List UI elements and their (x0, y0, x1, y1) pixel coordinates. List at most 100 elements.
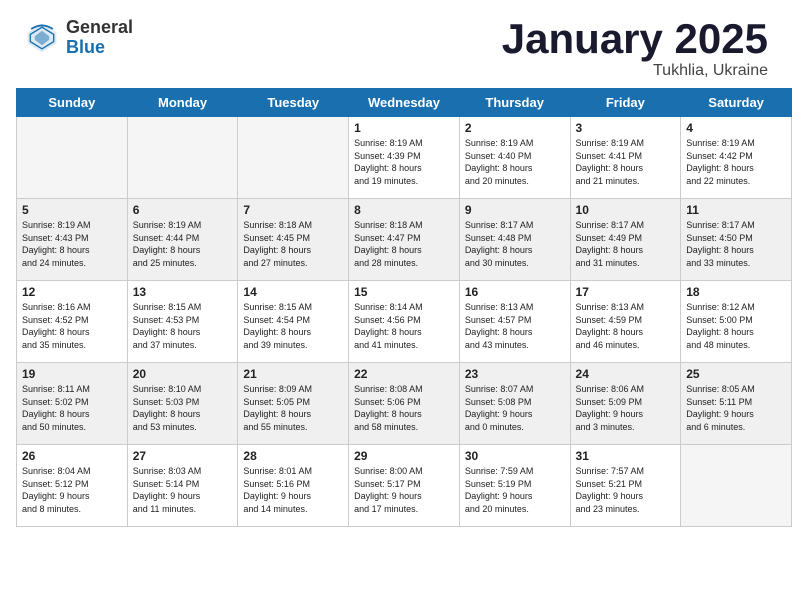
day-number: 8 (354, 203, 454, 217)
calendar-week-row: 19 Sunrise: 8:11 AM Sunset: 5:02 PM Dayli… (17, 363, 792, 445)
table-row: 28 Sunrise: 8:01 AM Sunset: 5:16 PM Dayli… (238, 445, 349, 527)
table-row: 6Sunrise: 8:19 AM Sunset: 4:44 PM Daylig… (127, 199, 238, 281)
logo: General Blue (24, 18, 133, 58)
table-row: 9Sunrise: 8:17 AM Sunset: 4:48 PM Daylig… (459, 199, 570, 281)
table-row: 13Sunrise: 8:15 AM Sunset: 4:53 PM Dayli… (127, 281, 238, 363)
calendar-week-row: 26 Sunrise: 8:04 AM Sunset: 5:12 PM Dayli… (17, 445, 792, 527)
day-info: Sunrise: 8:19 AM Sunset: 4:40 PM Dayligh… (465, 137, 565, 187)
table-row: 20 Sunrise: 8:10 AM Sunset: 5:03 PM Dayli… (127, 363, 238, 445)
day-number: 11 (686, 203, 786, 217)
header-wednesday: Wednesday (349, 89, 460, 117)
table-row: 31 Sunrise: 7:57 AM Sunset: 5:21 PM Dayli… (570, 445, 681, 527)
day-number: 16 (465, 285, 565, 299)
table-row: 18 Sunrise: 8:12 AM Sunset: 5:00 PM Dayli… (681, 281, 792, 363)
day-info: Sunrise: 8:19 AM Sunset: 4:42 PM Dayligh… (686, 137, 786, 187)
table-row: 27Sunrise: 8:03 AM Sunset: 5:14 PM Dayli… (127, 445, 238, 527)
day-number: 19 (22, 367, 122, 381)
day-number: 20 (133, 367, 233, 381)
weekday-header-row: Sunday Monday Tuesday Wednesday Thursday… (17, 89, 792, 117)
day-number: 10 (576, 203, 676, 217)
day-number: 4 (686, 121, 786, 135)
day-info: Sunrise: 8:19 AM Sunset: 4:41 PM Dayligh… (576, 137, 676, 187)
day-number: 15 (354, 285, 454, 299)
day-number: 23 (465, 367, 565, 381)
title-block: January 2025 Tukhlia, Ukraine (502, 18, 768, 80)
day-number: 14 (243, 285, 343, 299)
day-info: Sunrise: 8:12 AM Sunset: 5:00 PM Dayligh… (686, 301, 786, 351)
day-number: 21 (243, 367, 343, 381)
table-row (17, 117, 128, 199)
day-number: 18 (686, 285, 786, 299)
day-number: 29 (354, 449, 454, 463)
header-saturday: Saturday (681, 89, 792, 117)
table-row: 5Sunrise: 8:19 AM Sunset: 4:43 PM Daylig… (17, 199, 128, 281)
table-row: 3 Sunrise: 8:19 AM Sunset: 4:41 PM Daylig… (570, 117, 681, 199)
logo-blue: Blue (66, 38, 133, 58)
day-number: 25 (686, 367, 786, 381)
day-info: Sunrise: 8:00 AM Sunset: 5:17 PM Dayligh… (354, 465, 454, 515)
day-info: Sunrise: 8:11 AM Sunset: 5:02 PM Dayligh… (22, 383, 122, 433)
day-number: 24 (576, 367, 676, 381)
day-number: 3 (576, 121, 676, 135)
header-sunday: Sunday (17, 89, 128, 117)
day-number: 1 (354, 121, 454, 135)
day-number: 2 (465, 121, 565, 135)
table-row: 22 Sunrise: 8:08 AM Sunset: 5:06 PM Dayli… (349, 363, 460, 445)
logo-icon (24, 20, 60, 56)
calendar-week-row: 1Sunrise: 8:19 AM Sunset: 4:39 PM Daylig… (17, 117, 792, 199)
day-info: Sunrise: 8:18 AM Sunset: 4:47 PM Dayligh… (354, 219, 454, 269)
day-info: Sunrise: 8:01 AM Sunset: 5:16 PM Dayligh… (243, 465, 343, 515)
table-row: 1Sunrise: 8:19 AM Sunset: 4:39 PM Daylig… (349, 117, 460, 199)
table-row: 14Sunrise: 8:15 AM Sunset: 4:54 PM Dayli… (238, 281, 349, 363)
table-row: 2 Sunrise: 8:19 AM Sunset: 4:40 PM Daylig… (459, 117, 570, 199)
day-number: 27 (133, 449, 233, 463)
table-row: 15Sunrise: 8:14 AM Sunset: 4:56 PM Dayli… (349, 281, 460, 363)
header-friday: Friday (570, 89, 681, 117)
day-number: 12 (22, 285, 122, 299)
table-row: 12 Sunrise: 8:16 AM Sunset: 4:52 PM Dayli… (17, 281, 128, 363)
table-row (681, 445, 792, 527)
day-info: Sunrise: 8:16 AM Sunset: 4:52 PM Dayligh… (22, 301, 122, 351)
day-info: Sunrise: 7:59 AM Sunset: 5:19 PM Dayligh… (465, 465, 565, 515)
table-row: 19 Sunrise: 8:11 AM Sunset: 5:02 PM Dayli… (17, 363, 128, 445)
table-row: 26 Sunrise: 8:04 AM Sunset: 5:12 PM Dayli… (17, 445, 128, 527)
table-row: 4 Sunrise: 8:19 AM Sunset: 4:42 PM Daylig… (681, 117, 792, 199)
subtitle: Tukhlia, Ukraine (502, 62, 768, 80)
day-info: Sunrise: 8:10 AM Sunset: 5:03 PM Dayligh… (133, 383, 233, 433)
day-info: Sunrise: 8:05 AM Sunset: 5:11 PM Dayligh… (686, 383, 786, 433)
calendar-wrap: Sunday Monday Tuesday Wednesday Thursday… (0, 88, 792, 535)
table-row: 10 Sunrise: 8:17 AM Sunset: 4:49 PM Dayli… (570, 199, 681, 281)
table-row: 16 Sunrise: 8:13 AM Sunset: 4:57 PM Dayli… (459, 281, 570, 363)
day-info: Sunrise: 8:15 AM Sunset: 4:53 PM Dayligh… (133, 301, 233, 351)
header-thursday: Thursday (459, 89, 570, 117)
logo-text: General Blue (66, 18, 133, 58)
day-info: Sunrise: 8:13 AM Sunset: 4:59 PM Dayligh… (576, 301, 676, 351)
table-row: 24Sunrise: 8:06 AM Sunset: 5:09 PM Dayli… (570, 363, 681, 445)
day-info: Sunrise: 8:18 AM Sunset: 4:45 PM Dayligh… (243, 219, 343, 269)
day-number: 31 (576, 449, 676, 463)
day-number: 28 (243, 449, 343, 463)
day-info: Sunrise: 8:08 AM Sunset: 5:06 PM Dayligh… (354, 383, 454, 433)
day-info: Sunrise: 8:07 AM Sunset: 5:08 PM Dayligh… (465, 383, 565, 433)
day-info: Sunrise: 7:57 AM Sunset: 5:21 PM Dayligh… (576, 465, 676, 515)
day-number: 30 (465, 449, 565, 463)
day-number: 22 (354, 367, 454, 381)
table-row: 21 Sunrise: 8:09 AM Sunset: 5:05 PM Dayli… (238, 363, 349, 445)
day-number: 6 (133, 203, 233, 217)
calendar-week-row: 5Sunrise: 8:19 AM Sunset: 4:43 PM Daylig… (17, 199, 792, 281)
day-number: 5 (22, 203, 122, 217)
calendar-table: Sunday Monday Tuesday Wednesday Thursday… (16, 88, 792, 527)
day-info: Sunrise: 8:09 AM Sunset: 5:05 PM Dayligh… (243, 383, 343, 433)
day-info: Sunrise: 8:13 AM Sunset: 4:57 PM Dayligh… (465, 301, 565, 351)
page-header: General Blue January 2025 Tukhlia, Ukrai… (0, 0, 792, 88)
day-info: Sunrise: 8:17 AM Sunset: 4:49 PM Dayligh… (576, 219, 676, 269)
day-number: 17 (576, 285, 676, 299)
logo-general: General (66, 18, 133, 38)
table-row: 17 Sunrise: 8:13 AM Sunset: 4:59 PM Dayli… (570, 281, 681, 363)
header-tuesday: Tuesday (238, 89, 349, 117)
day-info: Sunrise: 8:04 AM Sunset: 5:12 PM Dayligh… (22, 465, 122, 515)
table-row: 29 Sunrise: 8:00 AM Sunset: 5:17 PM Dayli… (349, 445, 460, 527)
table-row: 30 Sunrise: 7:59 AM Sunset: 5:19 PM Dayli… (459, 445, 570, 527)
day-number: 26 (22, 449, 122, 463)
table-row (238, 117, 349, 199)
